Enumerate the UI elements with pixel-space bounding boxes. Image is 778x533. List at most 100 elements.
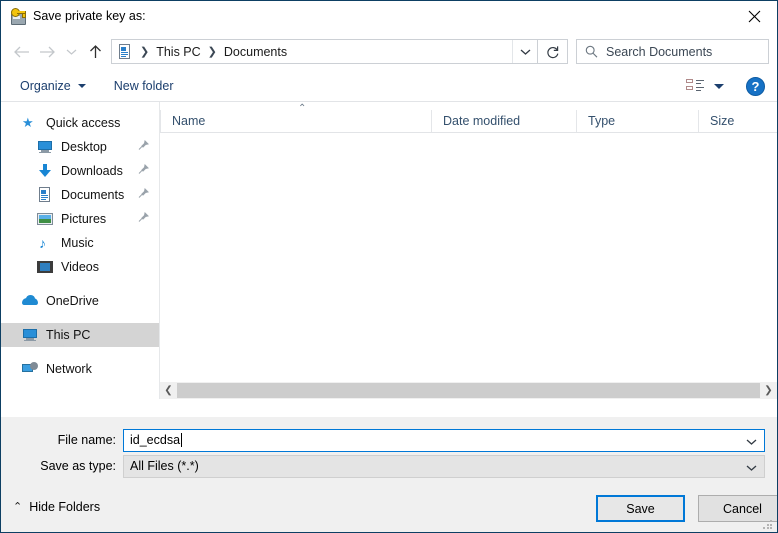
close-icon [748, 10, 760, 22]
file-name-label: File name: [57, 433, 116, 447]
column-header-name[interactable]: Name [160, 110, 431, 132]
sidebar-item-label: OneDrive [46, 294, 99, 308]
sidebar-item-music[interactable]: ♪ Music [1, 231, 159, 255]
sidebar-item-quick-access[interactable]: ★ Quick access [1, 111, 159, 135]
breadcrumb-item-documents[interactable]: Documents [224, 45, 287, 59]
chevron-down-icon [746, 465, 757, 471]
search-icon [585, 45, 598, 58]
sidebar-item-network[interactable]: Network [1, 357, 159, 381]
file-name-dropdown-button[interactable] [746, 435, 757, 449]
sidebar-item-label: Downloads [61, 164, 123, 178]
star-pin-icon: ★ [22, 115, 34, 130]
file-list-pane: ⌃ Name Date modified Type Size ❮ ❯ [160, 102, 777, 399]
save-as-type-select[interactable]: All Files (*.*) [123, 454, 765, 478]
video-film-icon [37, 259, 53, 275]
refresh-button[interactable] [538, 39, 568, 64]
file-name-input[interactable]: id_ecdsa [123, 428, 765, 452]
horizontal-scrollbar[interactable]: ❮ ❯ [160, 381, 777, 399]
sort-ascending-icon: ⌃ [298, 103, 307, 114]
sidebar-item-label: Documents [61, 188, 125, 202]
breadcrumb-separator-2: ❯ [207, 46, 217, 58]
forward-button[interactable] [34, 37, 60, 67]
text-cursor [181, 433, 183, 447]
column-header-size[interactable]: Size [698, 110, 777, 132]
pin-icon [138, 163, 150, 178]
scrollbar-thumb[interactable] [177, 383, 760, 398]
sidebar-item-this-pc[interactable]: This PC [1, 323, 159, 347]
save-as-type-dropdown-button[interactable] [746, 461, 757, 475]
pictures-icon [37, 211, 53, 227]
sidebar-item-label: Network [46, 362, 92, 376]
address-dropdown-button[interactable] [512, 40, 537, 63]
breadcrumb-item-this-pc[interactable]: This PC [156, 45, 200, 59]
save-key-icon [10, 8, 26, 25]
chevron-down-icon [77, 84, 86, 88]
documents-folder-icon [117, 43, 133, 60]
back-button[interactable] [8, 37, 34, 67]
sidebar-item-label: This PC [46, 328, 91, 342]
recent-locations-button[interactable] [60, 37, 82, 67]
sidebar-item-pictures[interactable]: Pictures [1, 207, 159, 231]
recent-locations-chevron-icon [66, 49, 76, 55]
save-as-type-row: Save as type: All Files (*.*) [1, 454, 765, 478]
documents-folder-icon [37, 187, 53, 203]
command-bar: Organize New folder ? [1, 71, 777, 102]
new-folder-button[interactable]: New folder [106, 74, 182, 98]
organize-label: Organize [20, 79, 71, 93]
network-icon [22, 361, 38, 377]
column-header-type[interactable]: Type [576, 110, 698, 132]
close-button[interactable] [731, 1, 777, 31]
up-arrow-icon [89, 44, 101, 58]
organize-button[interactable]: Organize [12, 74, 94, 98]
column-header-date-modified[interactable]: Date modified [431, 110, 576, 132]
resize-grip[interactable] [763, 520, 773, 530]
forward-arrow-icon [39, 46, 55, 57]
save-button[interactable]: Save [596, 495, 685, 522]
new-folder-label: New folder [113, 79, 174, 93]
back-arrow-icon [13, 46, 29, 57]
this-pc-icon [22, 327, 38, 343]
pin-icon [138, 211, 150, 226]
hide-folders-button[interactable]: ⌃ Hide Folders [13, 500, 100, 514]
sidebar-item-downloads[interactable]: Downloads [1, 159, 159, 183]
dialog-footer: File name: id_ecdsa Save as type: All Fi… [1, 417, 777, 532]
sidebar-item-label: Pictures [61, 212, 107, 226]
sidebar-item-label: Desktop [61, 140, 107, 154]
save-file-dialog: Save private key as: ❯ This PC ❯ Documen… [0, 0, 778, 533]
sidebar-item-videos[interactable]: Videos [1, 255, 159, 279]
sidebar-item-label: Music [61, 236, 94, 250]
up-button[interactable] [82, 37, 108, 67]
music-note-icon: ♪ [39, 235, 46, 251]
search-input[interactable]: Search Documents [606, 45, 712, 59]
chevron-down-icon [520, 49, 530, 55]
view-dropdown-icon[interactable] [714, 83, 724, 89]
address-bar[interactable]: ❯ This PC ❯ Documents [111, 39, 538, 64]
view-layout-icon[interactable] [686, 79, 704, 93]
content-panes: ★ Quick access Desktop Downloads Documen… [1, 102, 777, 417]
onedrive-cloud-icon [22, 293, 38, 309]
column-headers: ⌃ Name Date modified Type Size [160, 102, 777, 133]
scroll-right-arrow-icon[interactable]: ❯ [760, 382, 777, 399]
sidebar-item-label: Quick access [46, 116, 121, 130]
sidebar-item-documents[interactable]: Documents [1, 183, 159, 207]
pin-icon [138, 139, 150, 154]
download-arrow-icon [37, 163, 53, 179]
search-box[interactable]: Search Documents [576, 39, 769, 64]
chevron-down-icon [746, 439, 757, 445]
file-list[interactable] [160, 133, 777, 381]
chevron-up-icon: ⌃ [13, 501, 23, 513]
refresh-icon [546, 45, 558, 58]
sidebar-item-desktop[interactable]: Desktop [1, 135, 159, 159]
hide-folders-label: Hide Folders [29, 500, 101, 514]
scroll-left-arrow-icon[interactable]: ❮ [160, 382, 177, 399]
save-as-type-value: All Files (*.*) [130, 459, 199, 473]
sidebar-item-onedrive[interactable]: OneDrive [1, 289, 159, 313]
cancel-button[interactable]: Cancel [698, 495, 777, 522]
sidebar-item-label: Videos [61, 260, 99, 274]
navigation-sidebar: ★ Quick access Desktop Downloads Documen… [1, 102, 160, 399]
breadcrumb-separator: ❯ [140, 46, 150, 58]
file-name-row: File name: id_ecdsa [1, 428, 765, 452]
help-button[interactable]: ? [746, 76, 765, 96]
desktop-monitor-icon [37, 139, 53, 155]
window-title: Save private key as: [33, 9, 146, 23]
